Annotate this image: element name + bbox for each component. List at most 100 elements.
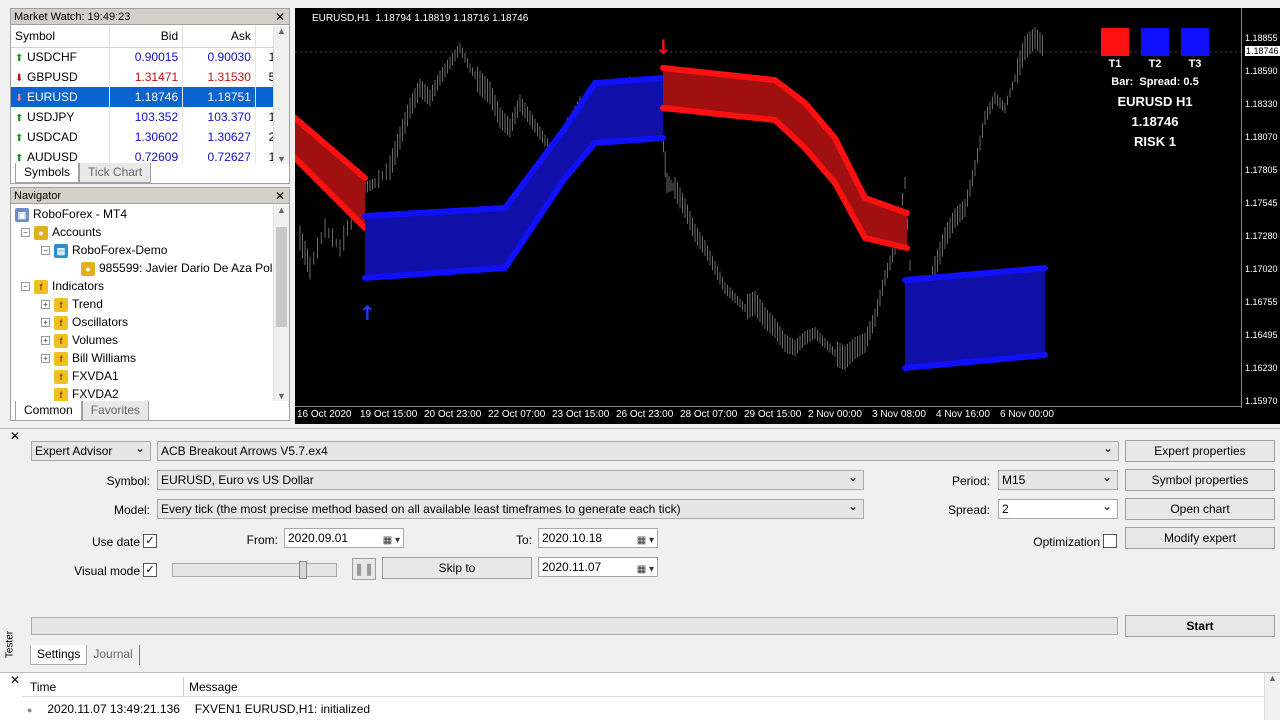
tree-item-server[interactable]: − ▤ RoboForex-Demo: [11, 241, 273, 259]
scroll-thumb[interactable]: [276, 227, 287, 327]
scroll-down-icon[interactable]: ▼: [274, 154, 289, 164]
expert-properties-button[interactable]: Expert properties: [1125, 440, 1275, 462]
use-date-label: Use date: [91, 535, 140, 549]
skip-date-value: 2020.11.07: [542, 560, 602, 574]
expand-icon[interactable]: +: [41, 336, 50, 346]
close-icon[interactable]: ✕: [275, 188, 285, 204]
blue-band-2-fill: [905, 268, 1045, 368]
column-header-spread[interactable]: !: [255, 26, 273, 48]
table-row[interactable]: ⬇GBPUSD 1.31471 1.31530 59: [11, 67, 273, 87]
tab-common[interactable]: Common: [15, 401, 82, 421]
tree-item-indicators[interactable]: − f Indicators: [11, 277, 273, 295]
legend-label-t1: T1: [1108, 58, 1122, 70]
symbol-properties-button[interactable]: Symbol properties: [1125, 469, 1275, 491]
to-date-input[interactable]: 2020.10.18 ▦ ▾: [538, 528, 658, 548]
calendar-icon[interactable]: ▦ ▾: [383, 532, 400, 550]
column-header-symbol[interactable]: Symbol: [11, 26, 111, 48]
column-header-ask[interactable]: Ask: [182, 26, 256, 48]
tree-item-volumes[interactable]: + f Volumes: [11, 331, 273, 349]
table-row[interactable]: ⬆USDCHF 0.90015 0.90030 15: [11, 47, 273, 67]
price-tick-label: 1.18746: [1245, 46, 1280, 56]
symbol-label: Symbol:: [106, 474, 150, 488]
scroll-down-icon[interactable]: ▼: [274, 391, 289, 401]
tab-tick-chart[interactable]: Tick Chart: [79, 163, 152, 183]
tree-label: Indicators: [52, 279, 105, 293]
close-icon[interactable]: ✕: [275, 9, 285, 25]
price-chart[interactable]: ↑↓: [292, 8, 1280, 424]
collapse-icon[interactable]: −: [41, 246, 50, 256]
tab-favorites[interactable]: Favorites: [81, 401, 150, 421]
scroll-up-icon[interactable]: ▲: [274, 205, 289, 215]
start-button[interactable]: Start: [1125, 615, 1275, 637]
column-header-message[interactable]: Message: [184, 677, 1264, 697]
indicator-folder-icon: f: [34, 279, 48, 294]
expand-icon[interactable]: +: [41, 354, 50, 364]
period-select[interactable]: M15: [998, 468, 1118, 490]
table-row[interactable]: ⬆AUDUSD 0.72609 0.72627 18: [11, 147, 273, 164]
indicator-bands: ↑↓: [292, 35, 1048, 371]
journal-scrollbar[interactable]: ▲: [1264, 673, 1280, 720]
spread-value: 15: [255, 47, 273, 67]
tree-item-bill-williams[interactable]: + f Bill Williams: [11, 349, 273, 367]
tester-side-label: Tester: [4, 630, 16, 659]
open-chart-button[interactable]: Open chart: [1125, 498, 1275, 520]
indicator-folder-icon: f: [54, 333, 68, 348]
model-select[interactable]: Every tick (the most precise method base…: [157, 497, 864, 519]
tab-journal[interactable]: Journal: [87, 645, 140, 665]
time-tick-label: 29 Oct 15:00: [744, 409, 802, 420]
modify-expert-button[interactable]: Modify expert: [1125, 527, 1275, 549]
close-icon[interactable]: ✕: [10, 673, 20, 687]
calendar-icon[interactable]: ▦ ▾: [637, 561, 654, 579]
optimization-checkbox[interactable]: [1103, 534, 1117, 548]
tree-item-fxvda1[interactable]: f FXVDA1: [11, 367, 273, 385]
pause-button[interactable]: ❚❚: [352, 558, 376, 580]
tab-settings[interactable]: Settings: [30, 645, 88, 665]
speed-slider-thumb[interactable]: [299, 561, 307, 579]
spread-select[interactable]: 2: [998, 497, 1118, 519]
scroll-up-icon[interactable]: ▲: [274, 26, 289, 36]
visual-mode-checkbox[interactable]: ✓: [143, 563, 157, 577]
user-icon: ●: [81, 261, 95, 276]
column-header-bid[interactable]: Bid: [109, 26, 184, 48]
tree-item-fxvda2[interactable]: f FXVDA2: [11, 385, 273, 401]
progress-bar: [31, 617, 1118, 635]
skip-to-button[interactable]: Skip to: [382, 557, 532, 579]
expand-icon[interactable]: +: [41, 300, 50, 310]
symbol-name: USDCAD: [27, 130, 78, 144]
speed-slider[interactable]: [172, 561, 337, 579]
calendar-icon[interactable]: ▦ ▾: [637, 532, 654, 550]
journal-row[interactable]: ● 2020.11.07 13:49:21.136 FXVEN1 EURUSD,…: [22, 699, 1262, 719]
tester-type-select[interactable]: Expert Advisor: [31, 439, 151, 461]
collapse-icon[interactable]: −: [21, 228, 30, 238]
use-date-checkbox[interactable]: ✓: [143, 534, 157, 548]
skip-date-input[interactable]: 2020.11.07 ▦ ▾: [538, 557, 658, 577]
from-date-input[interactable]: 2020.09.01 ▦ ▾: [284, 528, 404, 548]
column-header-time[interactable]: Time: [22, 677, 184, 697]
time-tick-label: 6 Nov 00:00: [1000, 409, 1054, 420]
tree-item-account[interactable]: ● 985599: Javier Dario De Aza Polanco: [11, 259, 273, 277]
market-watch-scrollbar[interactable]: ▲ ▼: [273, 26, 289, 164]
indicator-folder-icon: f: [54, 351, 68, 366]
tree-item-root[interactable]: ▣ RoboForex - MT4: [11, 205, 273, 223]
bid-value: 103.352: [109, 107, 184, 127]
table-row-selected[interactable]: ⬇EURUSD 1.18746 1.18751 5: [11, 87, 273, 107]
tree-item-trend[interactable]: + f Trend: [11, 295, 273, 313]
server-icon: ▤: [54, 243, 68, 258]
ask-value: 0.90030: [182, 47, 256, 67]
tab-symbols[interactable]: Symbols: [15, 163, 80, 183]
expert-select[interactable]: ACB Breakout Arrows V5.7.ex4: [157, 439, 1119, 461]
down-arrow-icon: ⬇: [15, 93, 24, 104]
expand-icon[interactable]: +: [41, 318, 50, 328]
table-row[interactable]: ⬆USDCAD 1.30602 1.30627 25: [11, 127, 273, 147]
collapse-icon[interactable]: −: [21, 282, 30, 292]
scroll-up-icon[interactable]: ▲: [1265, 673, 1280, 683]
chart-window[interactable]: ↑ ↓ EURUSD,H1 1.18794 1.18819 1.18716 1.1…: [292, 8, 1280, 424]
tree-item-oscillators[interactable]: + f Oscillators: [11, 313, 273, 331]
navigator-scrollbar[interactable]: ▲ ▼: [273, 205, 289, 401]
tree-item-accounts[interactable]: − ● Accounts: [11, 223, 273, 241]
symbol-select[interactable]: EURUSD, Euro vs US Dollar: [157, 468, 864, 490]
market-watch-panel: Market Watch: 19:49:23 ✕ Symbol Bid Ask …: [10, 8, 290, 184]
close-icon[interactable]: ✕: [10, 429, 20, 443]
symbol-name: GBPUSD: [27, 70, 78, 84]
table-row[interactable]: ⬆USDJPY 103.352 103.370 18: [11, 107, 273, 127]
